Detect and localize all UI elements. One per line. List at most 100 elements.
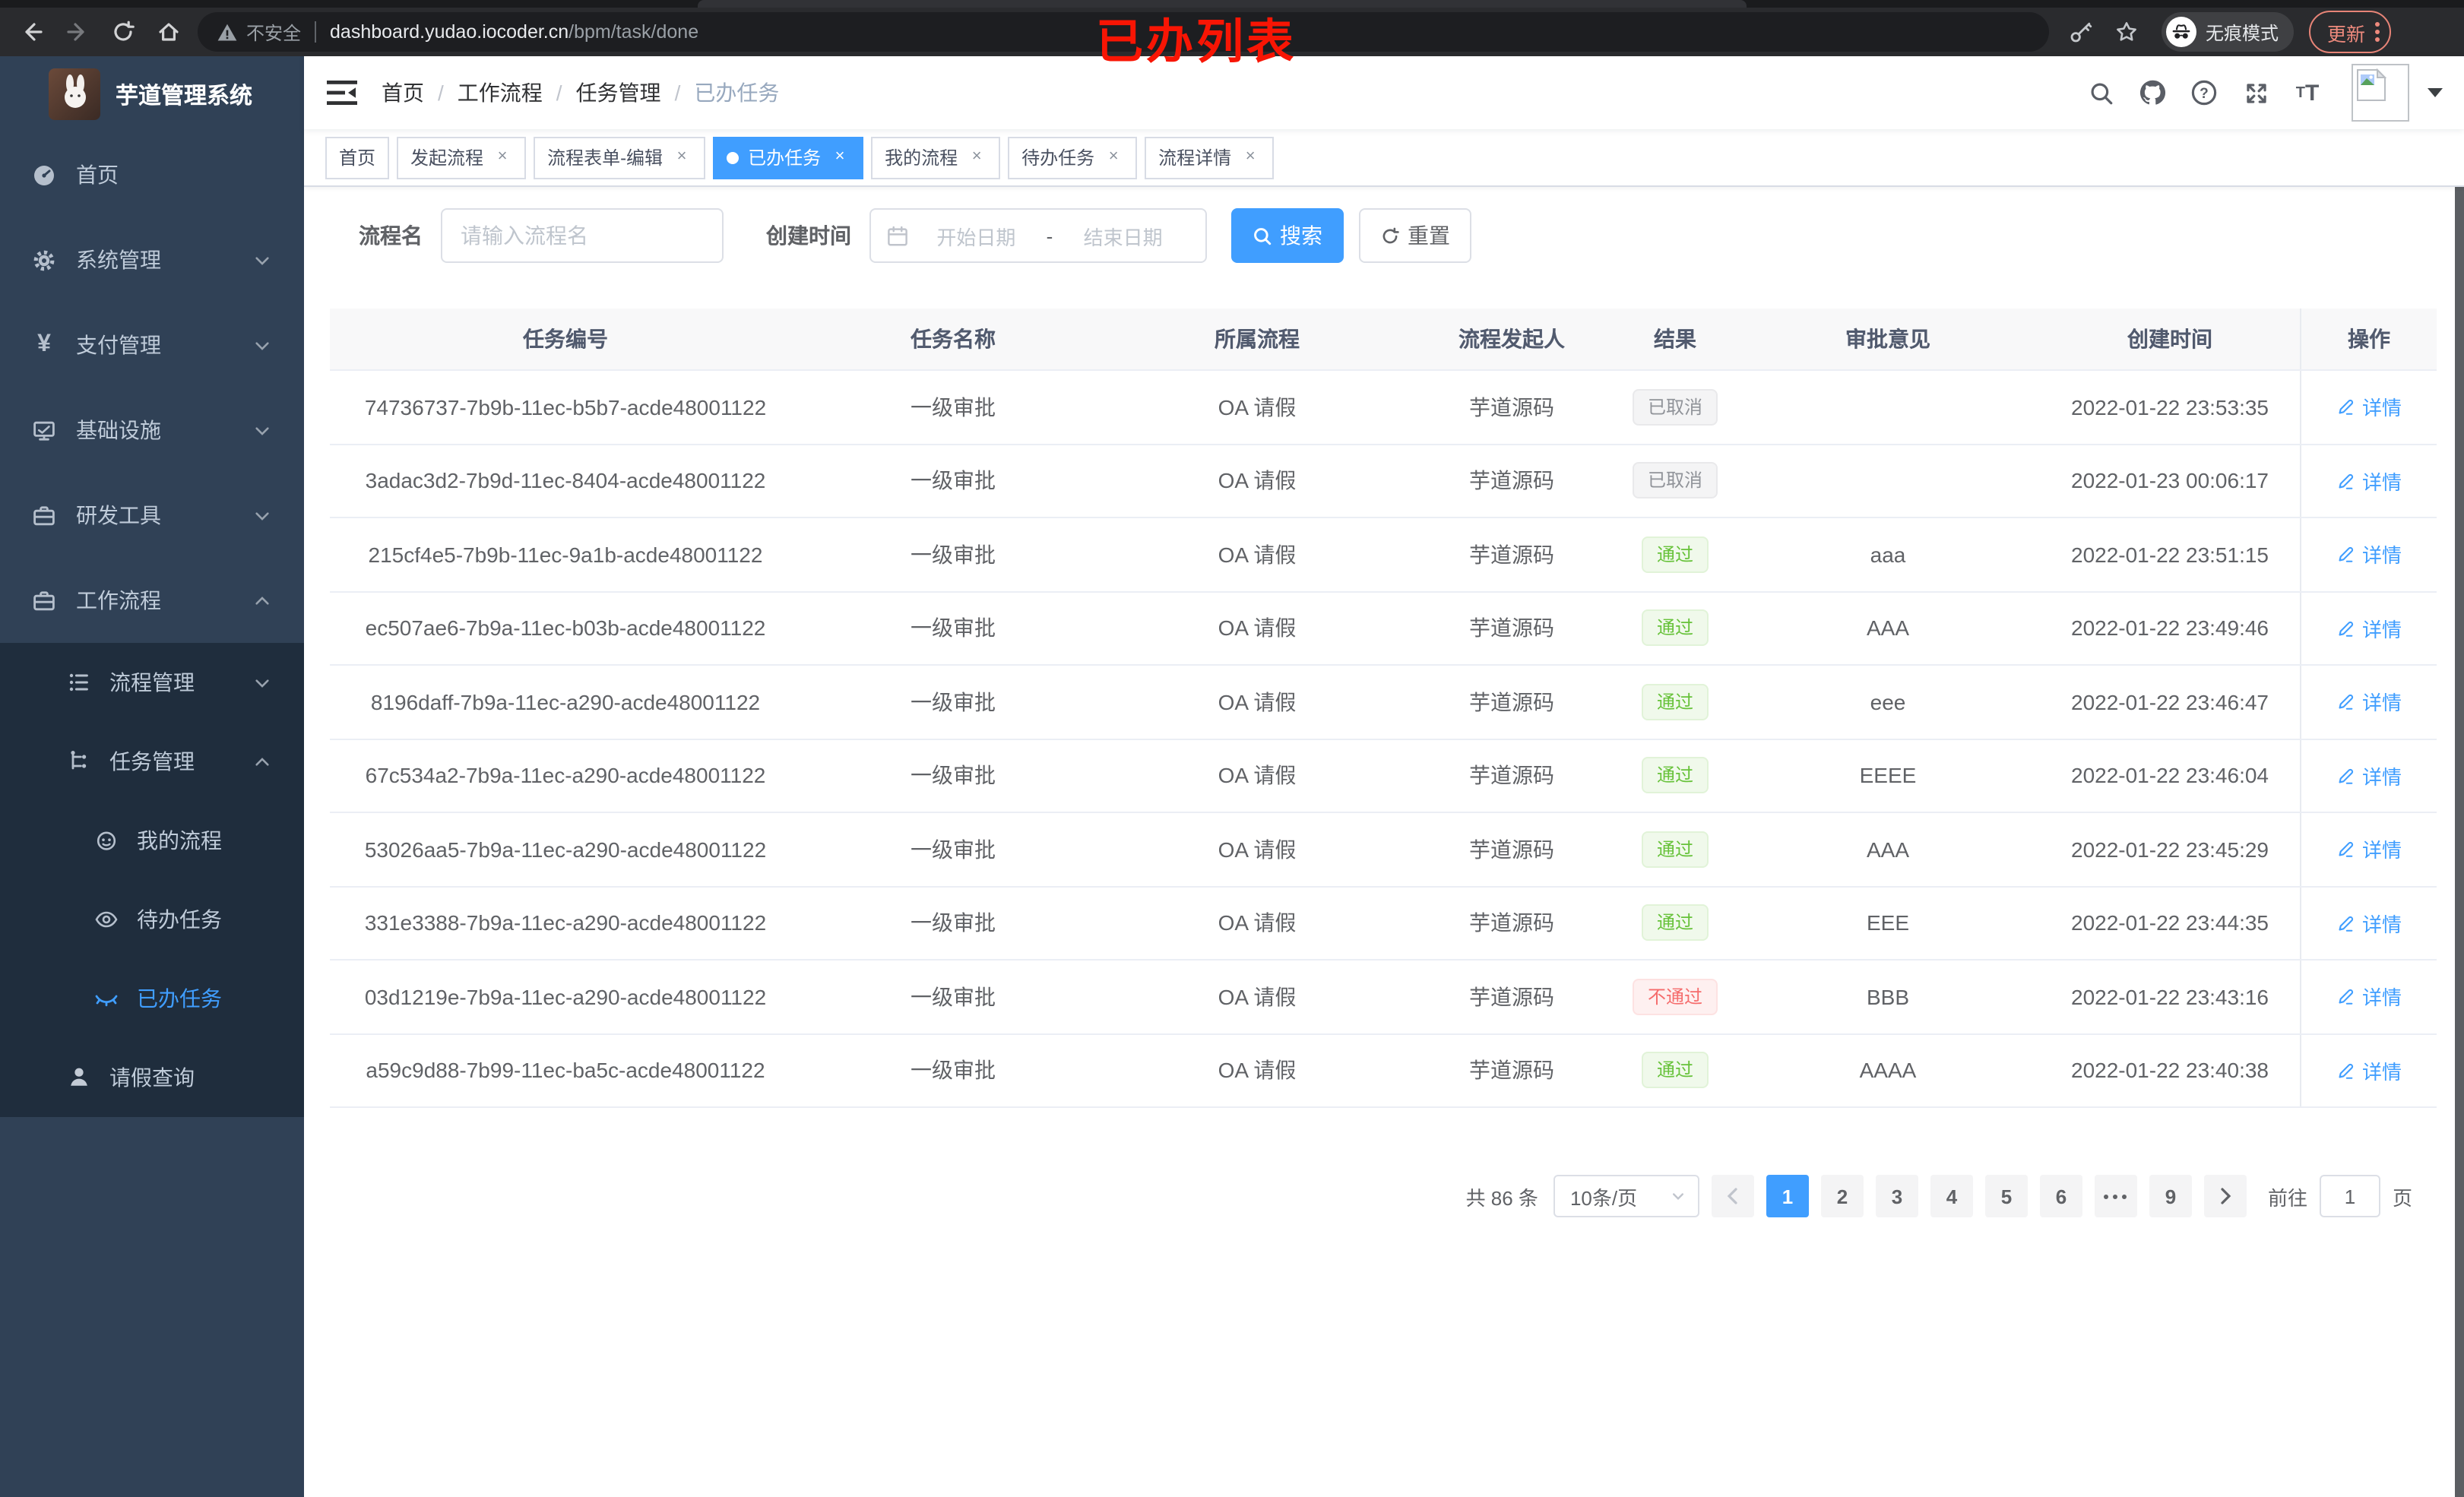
- sidebar-item-label: 首页: [76, 163, 119, 187]
- tab-done-tasks[interactable]: 已办任务 ×: [713, 136, 864, 179]
- detail-button[interactable]: 详情: [2336, 835, 2402, 864]
- tab-my-process[interactable]: 我的流程 ×: [871, 136, 1001, 179]
- breadcrumb-separator: /: [556, 81, 562, 105]
- start-date-placeholder[interactable]: 开始日期: [909, 221, 1044, 250]
- next-page-button[interactable]: [2203, 1175, 2247, 1217]
- password-key-icon[interactable]: [2061, 12, 2101, 52]
- task-id-cell: 53026aa5-7b9a-11ec-a290-acde48001122: [364, 837, 767, 862]
- breadcrumb-item[interactable]: 工作流程: [458, 78, 543, 108]
- detail-button[interactable]: 详情: [2336, 540, 2402, 569]
- page-button-2[interactable]: 2: [1820, 1175, 1864, 1217]
- date-range-picker[interactable]: 开始日期 - 结束日期: [869, 208, 1207, 263]
- detail-button[interactable]: 详情: [2336, 983, 2402, 1011]
- tab-process-detail[interactable]: 流程详情 ×: [1145, 136, 1275, 179]
- starter-cell: 芋道源码: [1469, 394, 1554, 419]
- page-button-3[interactable]: 3: [1875, 1175, 1918, 1217]
- close-icon[interactable]: ×: [1104, 147, 1123, 167]
- sidebar-item-label: 任务管理: [109, 749, 195, 774]
- detail-button[interactable]: 详情: [2336, 1056, 2402, 1085]
- scrollbar[interactable]: [2455, 56, 2464, 1497]
- result-cell: 通过: [1614, 592, 1736, 664]
- close-icon[interactable]: ×: [672, 147, 692, 167]
- detail-button[interactable]: 详情: [2336, 393, 2402, 422]
- close-icon[interactable]: ×: [1240, 147, 1260, 167]
- tab-process-form-edit[interactable]: 流程表单-编辑 ×: [534, 136, 706, 179]
- detail-button[interactable]: 详情: [2336, 909, 2402, 938]
- sidebar-item-home[interactable]: 首页: [0, 132, 304, 217]
- prev-page-button[interactable]: [1711, 1175, 1754, 1217]
- opinion-cell: AAA: [1866, 837, 1909, 862]
- help-icon[interactable]: ?: [2178, 67, 2230, 119]
- browser-back-button[interactable]: [12, 12, 52, 52]
- tab-home[interactable]: 首页: [325, 136, 390, 179]
- browser-update-button[interactable]: 更新: [2309, 11, 2392, 53]
- goto-page-input[interactable]: [2319, 1175, 2380, 1217]
- gear-icon: [32, 248, 56, 272]
- action-cell: 详情: [2300, 518, 2437, 590]
- page-button-6[interactable]: 6: [2039, 1175, 2082, 1217]
- tab-start-process[interactable]: 发起流程 ×: [397, 136, 527, 179]
- bookmark-star-icon[interactable]: [2107, 12, 2146, 52]
- sidebar-item-system[interactable]: 系统管理: [0, 217, 304, 302]
- opinion-cell: EEE: [1866, 910, 1909, 935]
- browser-forward-button[interactable]: [58, 12, 97, 52]
- sidebar-collapse-icon[interactable]: [327, 79, 357, 106]
- process-cell: OA 请假: [1218, 689, 1297, 714]
- starter-cell: 芋道源码: [1469, 542, 1554, 567]
- detail-button[interactable]: 详情: [2336, 688, 2402, 717]
- detail-button-label: 详情: [2361, 544, 2402, 568]
- task-id-cell: a59c9d88-7b99-11ec-ba5c-acde48001122: [366, 1058, 765, 1083]
- sidebar-item-process-mgmt[interactable]: 流程管理: [0, 643, 304, 722]
- avatar[interactable]: [2352, 64, 2409, 122]
- page-button-1[interactable]: 1: [1766, 1175, 1809, 1217]
- sidebar-item-my-process[interactable]: 我的流程: [0, 801, 304, 880]
- reset-button[interactable]: 重置: [1359, 208, 1471, 263]
- fullscreen-icon[interactable]: [2230, 67, 2282, 119]
- browser-reload-button[interactable]: [103, 12, 143, 52]
- sidebar-item-leave-query[interactable]: 请假查询: [0, 1038, 304, 1117]
- monitor-icon: [32, 418, 56, 442]
- browser-home-button[interactable]: [149, 12, 188, 52]
- tab-todo-tasks[interactable]: 待办任务 ×: [1008, 136, 1138, 179]
- page-button-5[interactable]: 5: [1984, 1175, 2028, 1217]
- browser-menu-icon[interactable]: [2374, 20, 2380, 44]
- breadcrumb-item[interactable]: 任务管理: [576, 78, 661, 108]
- detail-button[interactable]: 详情: [2336, 614, 2402, 643]
- task-name-cell: 一级审批: [911, 616, 996, 641]
- page-size-select[interactable]: 10条/页: [1553, 1175, 1699, 1217]
- detail-button-label: 详情: [2361, 986, 2402, 1010]
- page-button-9[interactable]: 9: [2149, 1175, 2192, 1217]
- breadcrumb-item[interactable]: 首页: [382, 78, 424, 108]
- workflow-submenu: 流程管理 任务管理 我的流程 待办任务 已办任务 请假查询: [0, 643, 304, 1117]
- process-name-input[interactable]: [441, 208, 724, 263]
- more-pages-button[interactable]: [2094, 1175, 2137, 1217]
- close-icon[interactable]: ×: [967, 147, 987, 167]
- sidebar-item-label: 研发工具: [76, 503, 161, 527]
- opinion-cell: aaa: [1870, 542, 1906, 567]
- app-logo-row[interactable]: 芋道管理系统: [0, 56, 304, 132]
- sidebar-item-todo-tasks[interactable]: 待办任务: [0, 880, 304, 959]
- detail-button[interactable]: 详情: [2336, 467, 2402, 495]
- search-button-label: 搜索: [1280, 223, 1322, 248]
- font-size-icon[interactable]: TT: [2282, 67, 2333, 119]
- page-button-4[interactable]: 4: [1930, 1175, 1973, 1217]
- search-button[interactable]: 搜索: [1231, 208, 1344, 263]
- sidebar-item-task-mgmt[interactable]: 任务管理: [0, 722, 304, 801]
- avatar-caret-icon[interactable]: [2428, 88, 2443, 97]
- process-cell: OA 请假: [1218, 1058, 1297, 1083]
- close-icon[interactable]: ×: [492, 147, 512, 167]
- process-cell: OA 请假: [1218, 763, 1297, 788]
- sidebar-item-workflow[interactable]: 工作流程: [0, 558, 304, 643]
- sidebar-item-done-tasks[interactable]: 已办任务: [0, 959, 304, 1038]
- github-icon[interactable]: [2127, 67, 2178, 119]
- close-icon[interactable]: ×: [830, 147, 850, 167]
- detail-button[interactable]: 详情: [2336, 761, 2402, 790]
- task-id-cell: ec507ae6-7b9a-11ec-b03b-acde48001122: [365, 616, 766, 641]
- incognito-badge: 无痕模式: [2162, 12, 2295, 52]
- sidebar-item-infra[interactable]: 基础设施: [0, 388, 304, 473]
- chevron-up-icon: [254, 754, 271, 771]
- end-date-placeholder[interactable]: 结束日期: [1056, 221, 1190, 250]
- sidebar-item-devtools[interactable]: 研发工具: [0, 473, 304, 558]
- sidebar-item-payment[interactable]: ¥ 支付管理: [0, 302, 304, 388]
- search-icon[interactable]: [2075, 67, 2127, 119]
